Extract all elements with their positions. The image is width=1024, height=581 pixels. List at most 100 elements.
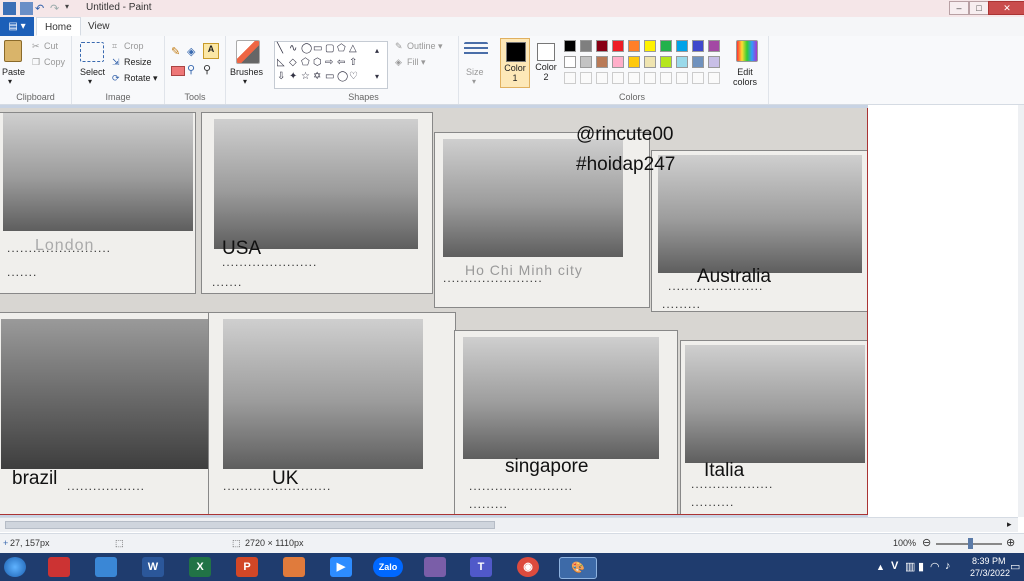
custom-color-slot[interactable] bbox=[596, 72, 608, 84]
minimize-button[interactable]: – bbox=[949, 1, 969, 15]
color-swatch[interactable] bbox=[564, 56, 576, 68]
fill-bucket-icon[interactable]: ◈ bbox=[187, 45, 195, 58]
color-swatch[interactable] bbox=[628, 56, 640, 68]
shapes-gallery[interactable]: ╲ ∿ ◯ ▭ ▢ ⬠ △ ◺ ◇ ⬠ ⬡ ⇨ ⇦ ⇧ ⇩ ✦ ☆ ✡ ▭ ◯ … bbox=[274, 41, 388, 89]
file-menu-tab[interactable]: ▤ ▾ bbox=[0, 17, 34, 36]
notification-icon[interactable]: ▭ bbox=[1010, 560, 1020, 573]
size-dropdown-icon[interactable]: ▾ bbox=[472, 77, 476, 86]
brushes-dropdown-icon[interactable]: ▾ bbox=[243, 77, 247, 86]
color-swatch[interactable] bbox=[692, 56, 704, 68]
color-swatch[interactable] bbox=[596, 56, 608, 68]
maximize-button[interactable]: □ bbox=[969, 1, 989, 15]
color-swatch[interactable] bbox=[660, 40, 672, 52]
edit-colors-button[interactable]: Edit colors bbox=[728, 67, 762, 87]
chrome-icon[interactable]: ◉ bbox=[517, 557, 539, 577]
color-swatch[interactable] bbox=[612, 56, 624, 68]
oval-callout-shape-icon[interactable]: ◯ bbox=[337, 72, 348, 82]
brush-icon[interactable] bbox=[236, 40, 260, 64]
color-swatch[interactable] bbox=[660, 56, 672, 68]
pencil-icon[interactable]: ✎ bbox=[171, 45, 180, 58]
color-swatch[interactable] bbox=[564, 40, 576, 52]
horizontal-scrollbar[interactable]: ▸ bbox=[0, 517, 1018, 532]
zoom-out-icon[interactable]: ⊖ bbox=[922, 536, 931, 549]
right-arrow-shape-icon[interactable]: ⇨ bbox=[325, 58, 333, 68]
color-swatch[interactable] bbox=[708, 40, 720, 52]
custom-color-slot[interactable] bbox=[708, 72, 720, 84]
down-arrow-shape-icon[interactable]: ⇩ bbox=[277, 72, 285, 82]
color1-selector[interactable]: Color 1 bbox=[500, 38, 530, 88]
tab-view[interactable]: View bbox=[80, 17, 118, 36]
pentagon-shape-icon[interactable]: ⬠ bbox=[301, 58, 310, 68]
zoom-in-icon[interactable]: ⊕ bbox=[1006, 536, 1015, 549]
paste-icon[interactable] bbox=[4, 40, 22, 62]
paint-taskbar-icon[interactable]: 🎨 bbox=[559, 557, 597, 579]
color-swatch[interactable] bbox=[676, 56, 688, 68]
save-icon[interactable] bbox=[20, 2, 33, 15]
clock-time[interactable]: 8:39 PM bbox=[972, 556, 1006, 566]
scroll-right-icon[interactable]: ▸ bbox=[1007, 519, 1012, 530]
paste-button[interactable]: Paste bbox=[2, 67, 25, 77]
zoom-slider-thumb[interactable] bbox=[968, 538, 973, 549]
color-swatch[interactable] bbox=[644, 40, 656, 52]
color-swatch[interactable] bbox=[644, 56, 656, 68]
taskbar-app-icon[interactable] bbox=[283, 557, 305, 577]
color-swatch[interactable] bbox=[580, 56, 592, 68]
polygon-shape-icon[interactable]: ⬠ bbox=[337, 44, 346, 54]
curve-shape-icon[interactable]: ∿ bbox=[289, 44, 297, 54]
custom-color-slot[interactable] bbox=[628, 72, 640, 84]
outline-button[interactable]: Outline ▾ bbox=[407, 41, 443, 52]
rounded-rectangle-shape-icon[interactable]: ▢ bbox=[325, 44, 334, 54]
edit-colors-icon[interactable] bbox=[736, 40, 758, 62]
brushes-button[interactable]: Brushes bbox=[230, 67, 263, 77]
custom-color-slot[interactable] bbox=[580, 72, 592, 84]
custom-color-slot[interactable] bbox=[676, 72, 688, 84]
diamond-shape-icon[interactable]: ◇ bbox=[289, 58, 297, 68]
oval-shape-icon[interactable]: ◯ bbox=[301, 44, 312, 54]
taskbar-app-icon[interactable] bbox=[95, 557, 117, 577]
volume-icon[interactable]: ♪ bbox=[945, 560, 951, 572]
up-arrow-shape-icon[interactable]: ⇧ bbox=[349, 58, 357, 68]
start-button-icon[interactable] bbox=[4, 557, 26, 577]
drawing-canvas[interactable]: London ........................ ....... … bbox=[0, 108, 868, 515]
crop-button[interactable]: Crop bbox=[124, 41, 144, 51]
color-swatch[interactable] bbox=[692, 40, 704, 52]
size-icon[interactable] bbox=[464, 42, 488, 56]
paint-app-icon[interactable] bbox=[3, 2, 16, 15]
teams-icon[interactable]: T bbox=[470, 557, 492, 577]
horizontal-scroll-thumb[interactable] bbox=[5, 521, 495, 529]
line-shape-icon[interactable]: ╲ bbox=[277, 44, 283, 54]
copy-button[interactable]: Copy bbox=[44, 57, 65, 67]
tray-v-icon[interactable]: V bbox=[891, 560, 898, 572]
taskbar-app-icon[interactable] bbox=[424, 557, 446, 577]
zoom-icon[interactable]: ▶ bbox=[330, 557, 352, 577]
color-swatch[interactable] bbox=[676, 40, 688, 52]
color2-selector[interactable]: Color 2 bbox=[532, 38, 560, 86]
color-swatch[interactable] bbox=[708, 56, 720, 68]
clock-date[interactable]: 27/3/2022 bbox=[970, 568, 1010, 578]
shapes-scroll-icon[interactable]: ▴ bbox=[375, 46, 379, 56]
cut-button[interactable]: Cut bbox=[44, 41, 58, 51]
fill-button[interactable]: Fill ▾ bbox=[407, 57, 426, 68]
custom-color-slot[interactable] bbox=[660, 72, 672, 84]
size-button[interactable]: Size bbox=[466, 67, 484, 77]
magnifier-icon[interactable]: ⚲ bbox=[203, 63, 211, 76]
color-swatch[interactable] bbox=[596, 40, 608, 52]
color-swatch[interactable] bbox=[612, 40, 624, 52]
shapes-more-icon[interactable]: ▾ bbox=[375, 72, 379, 82]
select-dropdown-icon[interactable]: ▾ bbox=[88, 77, 92, 86]
color-swatch[interactable] bbox=[580, 40, 592, 52]
custom-color-slot[interactable] bbox=[564, 72, 576, 84]
right-triangle-shape-icon[interactable]: ◺ bbox=[277, 58, 285, 68]
battery-icon[interactable]: ▮ bbox=[918, 560, 924, 573]
custom-color-slot[interactable] bbox=[644, 72, 656, 84]
select-icon[interactable] bbox=[80, 42, 104, 62]
vertical-scrollbar[interactable] bbox=[1018, 105, 1024, 517]
custom-color-slot[interactable] bbox=[692, 72, 704, 84]
six-point-star-shape-icon[interactable]: ✡ bbox=[313, 72, 321, 82]
excel-icon[interactable]: X bbox=[189, 557, 211, 577]
color-swatch[interactable] bbox=[628, 40, 640, 52]
taskbar-app-icon[interactable] bbox=[48, 557, 70, 577]
rectangle-shape-icon[interactable]: ▭ bbox=[313, 44, 322, 54]
five-point-star-shape-icon[interactable]: ☆ bbox=[301, 72, 310, 82]
word-icon[interactable]: W bbox=[142, 557, 164, 577]
